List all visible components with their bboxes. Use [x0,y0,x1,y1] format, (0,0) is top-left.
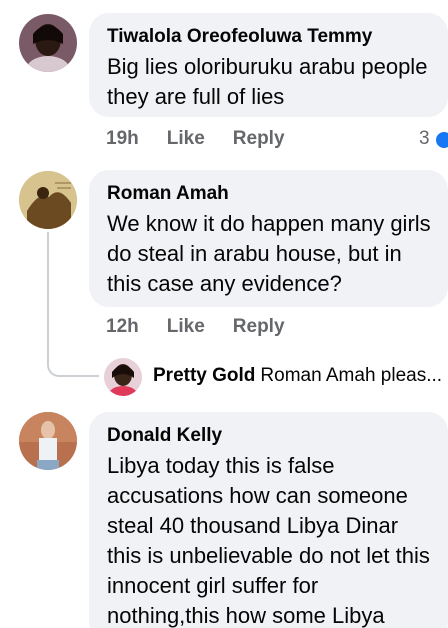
comment-bubble: Donald Kelly Libya today this is false a… [89,412,448,628]
avatar-donald[interactable] [19,412,77,470]
comment-author[interactable]: Donald Kelly [107,424,432,448]
like-button[interactable]: Like [167,316,205,338]
comment-text: We know it do happen many girls do steal… [107,211,431,296]
comment-author[interactable]: Tiwalola Oreofeoluwa Temmy [107,25,432,49]
comment-text: Libya today this is false accusations ho… [107,453,430,628]
like-button[interactable]: Like [167,128,205,150]
reaction-count[interactable]: 3 [419,128,430,150]
comment-author[interactable]: Roman Amah [107,182,432,206]
reply-thread-line [47,232,99,377]
reply-snippet: Roman Amah pleas... [260,365,443,386]
avatar-pretty-gold[interactable] [104,358,142,396]
comment-bubble: Roman Amah We know it do happen many gir… [89,170,448,307]
comment-text: Big lies oloriburuku arabu people they a… [107,54,428,109]
comment-bubble: Tiwalola Oreofeoluwa Temmy Big lies olor… [89,13,448,117]
comment-timestamp[interactable]: 19h [106,128,139,150]
avatar-tiwalola[interactable] [19,14,77,72]
like-reaction-icon [434,130,448,150]
comment-actions: 12h Like Reply [106,316,313,338]
reply-author[interactable]: Pretty Gold [153,365,255,387]
comment-actions: 19h Like Reply [106,128,313,150]
reply-button[interactable]: Reply [233,128,285,150]
reply-button[interactable]: Reply [233,316,285,338]
avatar-roman[interactable] [19,171,77,229]
comment-timestamp[interactable]: 12h [106,316,139,338]
reply-preview[interactable]: Pretty Gold Roman Amah pleas... [153,365,442,387]
